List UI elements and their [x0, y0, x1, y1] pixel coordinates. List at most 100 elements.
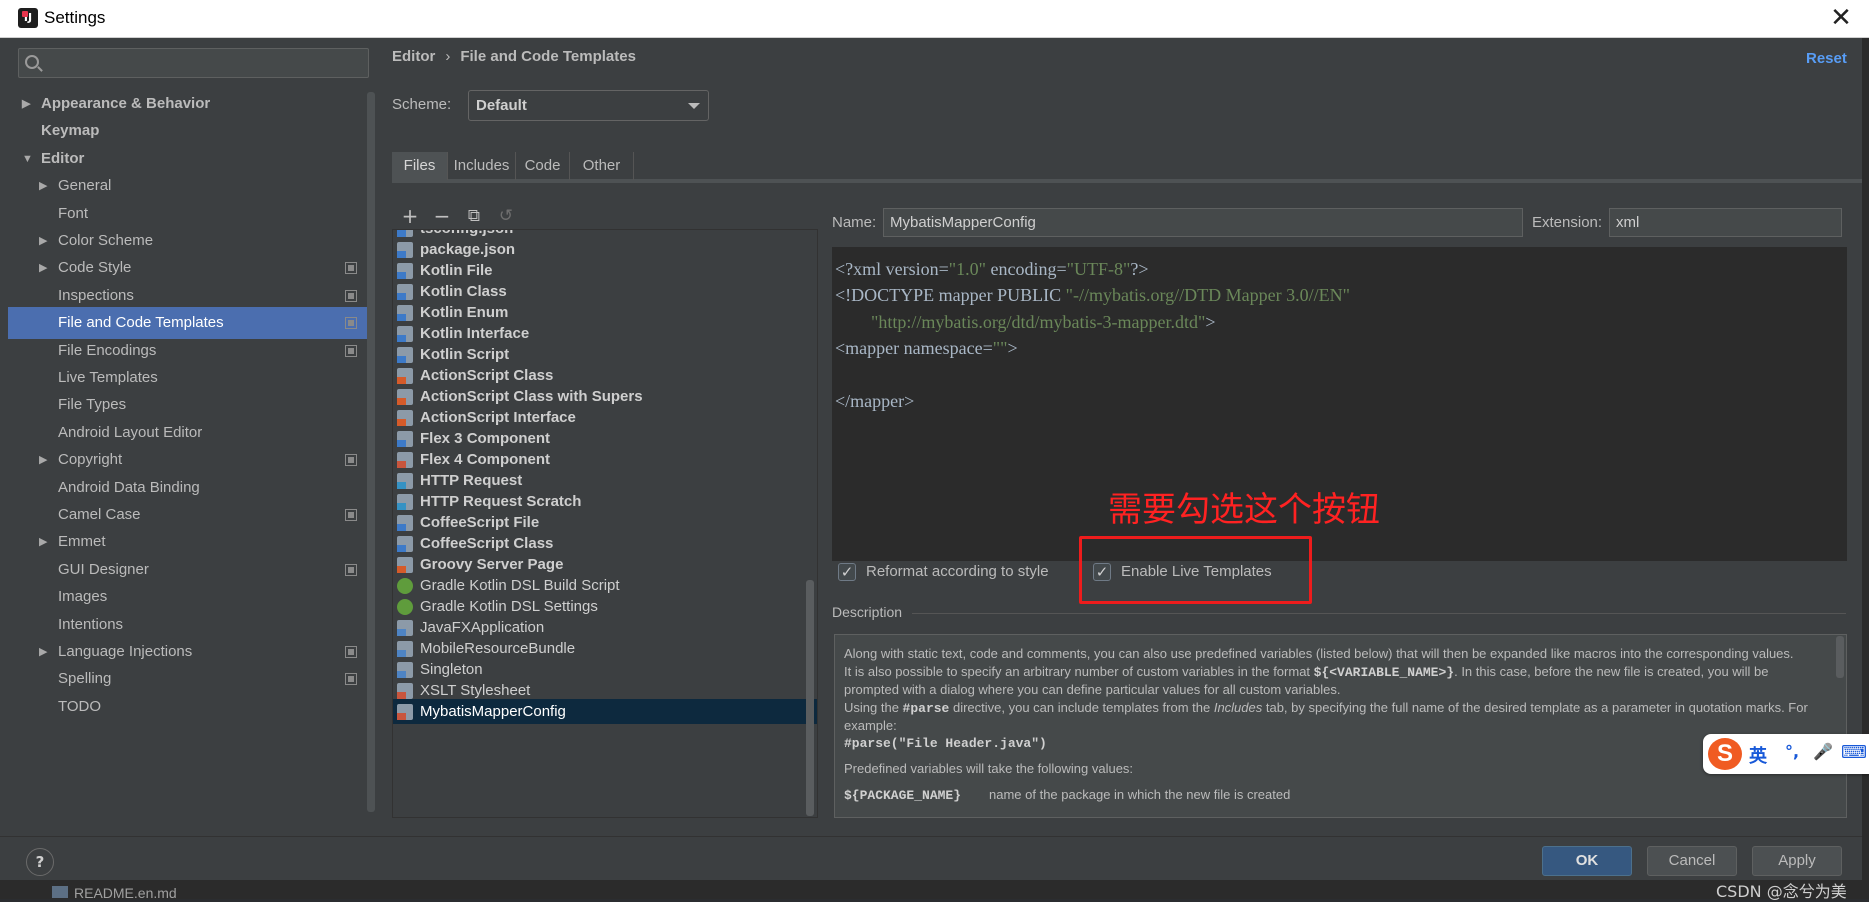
description-p2-text: It is also possible to specify an arbitr… [844, 663, 1314, 679]
template-list-toolbar: + − ⧉ ↺ [392, 202, 818, 230]
reset-template-icon[interactable]: ↺ [494, 204, 518, 228]
description-p1: Along with static text, code and comment… [844, 646, 1794, 661]
description-p4-code: #parse("File Header.java") [844, 735, 1047, 751]
file-template-icon [397, 704, 413, 720]
code-token: <!DOCTYPE mapper PUBLIC [835, 285, 1066, 306]
description-p6-text: name of the package in which the new fil… [989, 786, 1291, 802]
gradle-icon [397, 599, 413, 615]
chevron-down-icon [688, 103, 700, 109]
scheme-select[interactable]: Default [468, 90, 709, 121]
microphone-icon[interactable]: 🎤 [1813, 742, 1833, 761]
tab-code[interactable]: Code [516, 152, 570, 180]
close-icon[interactable]: ✕ [1826, 4, 1856, 34]
name-input[interactable]: MybatisMapperConfig [883, 208, 1523, 237]
project-scope-icon [345, 454, 357, 467]
file-template-icon [397, 347, 413, 363]
settings-dialog: IJ Settings ✕ ▶ Appearance & Behavior Keym… [0, 0, 1869, 901]
reset-link[interactable]: Reset [1806, 50, 1847, 67]
file-template-icon [397, 263, 413, 279]
template-list-item[interactable]: MybatisMapperConfig [393, 699, 817, 724]
add-icon[interactable]: + [398, 204, 422, 228]
code-token: <?xml version= [835, 259, 949, 279]
code-token: > [1205, 311, 1216, 332]
file-template-icon [397, 305, 413, 321]
extension-input[interactable]: xml [1609, 208, 1842, 237]
sidebar-scrollbar[interactable] [367, 92, 375, 812]
tab-files[interactable]: Files [392, 152, 448, 180]
breadcrumb-current: File and Code Templates [460, 48, 636, 65]
template-name: MybatisMapperConfig [420, 703, 566, 720]
file-template-icon [397, 683, 413, 699]
file-template-icon [397, 389, 413, 405]
file-template-icon [397, 641, 413, 657]
code-string: "1.0" [948, 259, 986, 279]
description-p3: Using the #parse directive, you can incl… [844, 699, 1814, 735]
description-divider [912, 613, 1846, 614]
file-template-icon [397, 284, 413, 300]
reformat-checkbox[interactable]: ✓ [838, 563, 856, 581]
file-template-icon [397, 515, 413, 531]
reformat-label[interactable]: Reformat according to style [866, 563, 1049, 580]
ok-button[interactable]: OK [1542, 846, 1632, 876]
code-line: <?xml version="1.0" encoding="UTF-8"?> [835, 259, 1148, 280]
description-text: Along with static text, code and comment… [844, 645, 1814, 804]
file-template-icon [397, 452, 413, 468]
code-line: </mapper> [835, 391, 914, 412]
file-template-icon [397, 410, 413, 426]
code-line: <mapper namespace=""> [835, 338, 1018, 359]
code-string: "UTF-8" [1066, 259, 1131, 279]
scheme-value: Default [476, 97, 527, 114]
code-string: "http://mybatis.org/dtd/mybatis-3-mapper… [871, 311, 1206, 332]
sidebar-item-label: TODO [58, 697, 102, 715]
breadcrumb-parent[interactable]: Editor [392, 48, 435, 65]
keyboard-icon[interactable]: ⌨ [1841, 742, 1867, 763]
breadcrumb: Editor › File and Code Templates [392, 48, 636, 65]
settings-search-input[interactable] [18, 48, 369, 78]
description-p3-text: Using the [844, 699, 903, 715]
project-scope-icon [345, 317, 357, 330]
search-icon [25, 55, 39, 69]
gradle-icon [397, 578, 413, 594]
tab-other[interactable]: Other [570, 152, 634, 180]
file-template-icon [397, 368, 413, 384]
project-scope-icon [345, 289, 357, 302]
name-label: Name: [832, 214, 877, 231]
sidebar-item-todo[interactable]: TODO [8, 691, 370, 723]
description-p2: It is also possible to specify an arbitr… [844, 663, 1814, 699]
description-p3-includes: Includes [1213, 699, 1263, 715]
breadcrumb-separator: › [445, 48, 451, 65]
description-panel: Along with static text, code and comment… [834, 634, 1847, 818]
code-token: > [1007, 337, 1018, 358]
description-scrollbar[interactable] [1836, 636, 1844, 678]
remove-icon[interactable]: − [430, 204, 454, 228]
scheme-label: Scheme: [392, 96, 452, 113]
description-heading: Description [832, 604, 903, 620]
tab-includes[interactable]: Includes [448, 152, 516, 180]
code-token: ?> [1130, 259, 1149, 279]
description-p3-text-mid: directive, you can include templates fro… [949, 699, 1214, 715]
cancel-button[interactable]: Cancel [1647, 846, 1737, 876]
description-p5: Predefined variables will take the follo… [844, 761, 1134, 776]
ime-language[interactable]: 英 [1749, 742, 1767, 768]
copy-icon[interactable]: ⧉ [462, 204, 486, 228]
apply-button[interactable]: Apply [1752, 846, 1842, 876]
help-button[interactable]: ? [26, 848, 54, 876]
code-token: <mapper namespace= [835, 337, 993, 358]
ime-punctuation-icon[interactable]: °, [1785, 742, 1799, 761]
description-p3-code: #parse [902, 700, 950, 716]
code-string: "-//mybatis.org//DTD Mapper 3.0//EN" [1065, 285, 1350, 306]
background-ide-strip [0, 880, 1869, 899]
sogou-logo-icon[interactable]: S [1708, 738, 1742, 770]
template-tabs: Files Includes Code Other [392, 152, 1862, 183]
template-list: tsconfig.jsonpackage.jsonKotlin FileKotl… [393, 230, 817, 817]
footer-divider [0, 836, 1862, 837]
code-line: "http://mybatis.org/dtd/mybatis-3-mapper… [835, 312, 1216, 333]
template-list-scrollbar[interactable] [806, 580, 814, 816]
code-line: <!DOCTYPE mapper PUBLIC "-//mybatis.org/… [835, 285, 1350, 306]
code-token: encoding= [986, 259, 1067, 279]
description-p6-code: ${PACKAGE_NAME} [844, 787, 962, 803]
file-template-icon [397, 326, 413, 342]
intellij-app-icon: IJ [18, 8, 38, 28]
